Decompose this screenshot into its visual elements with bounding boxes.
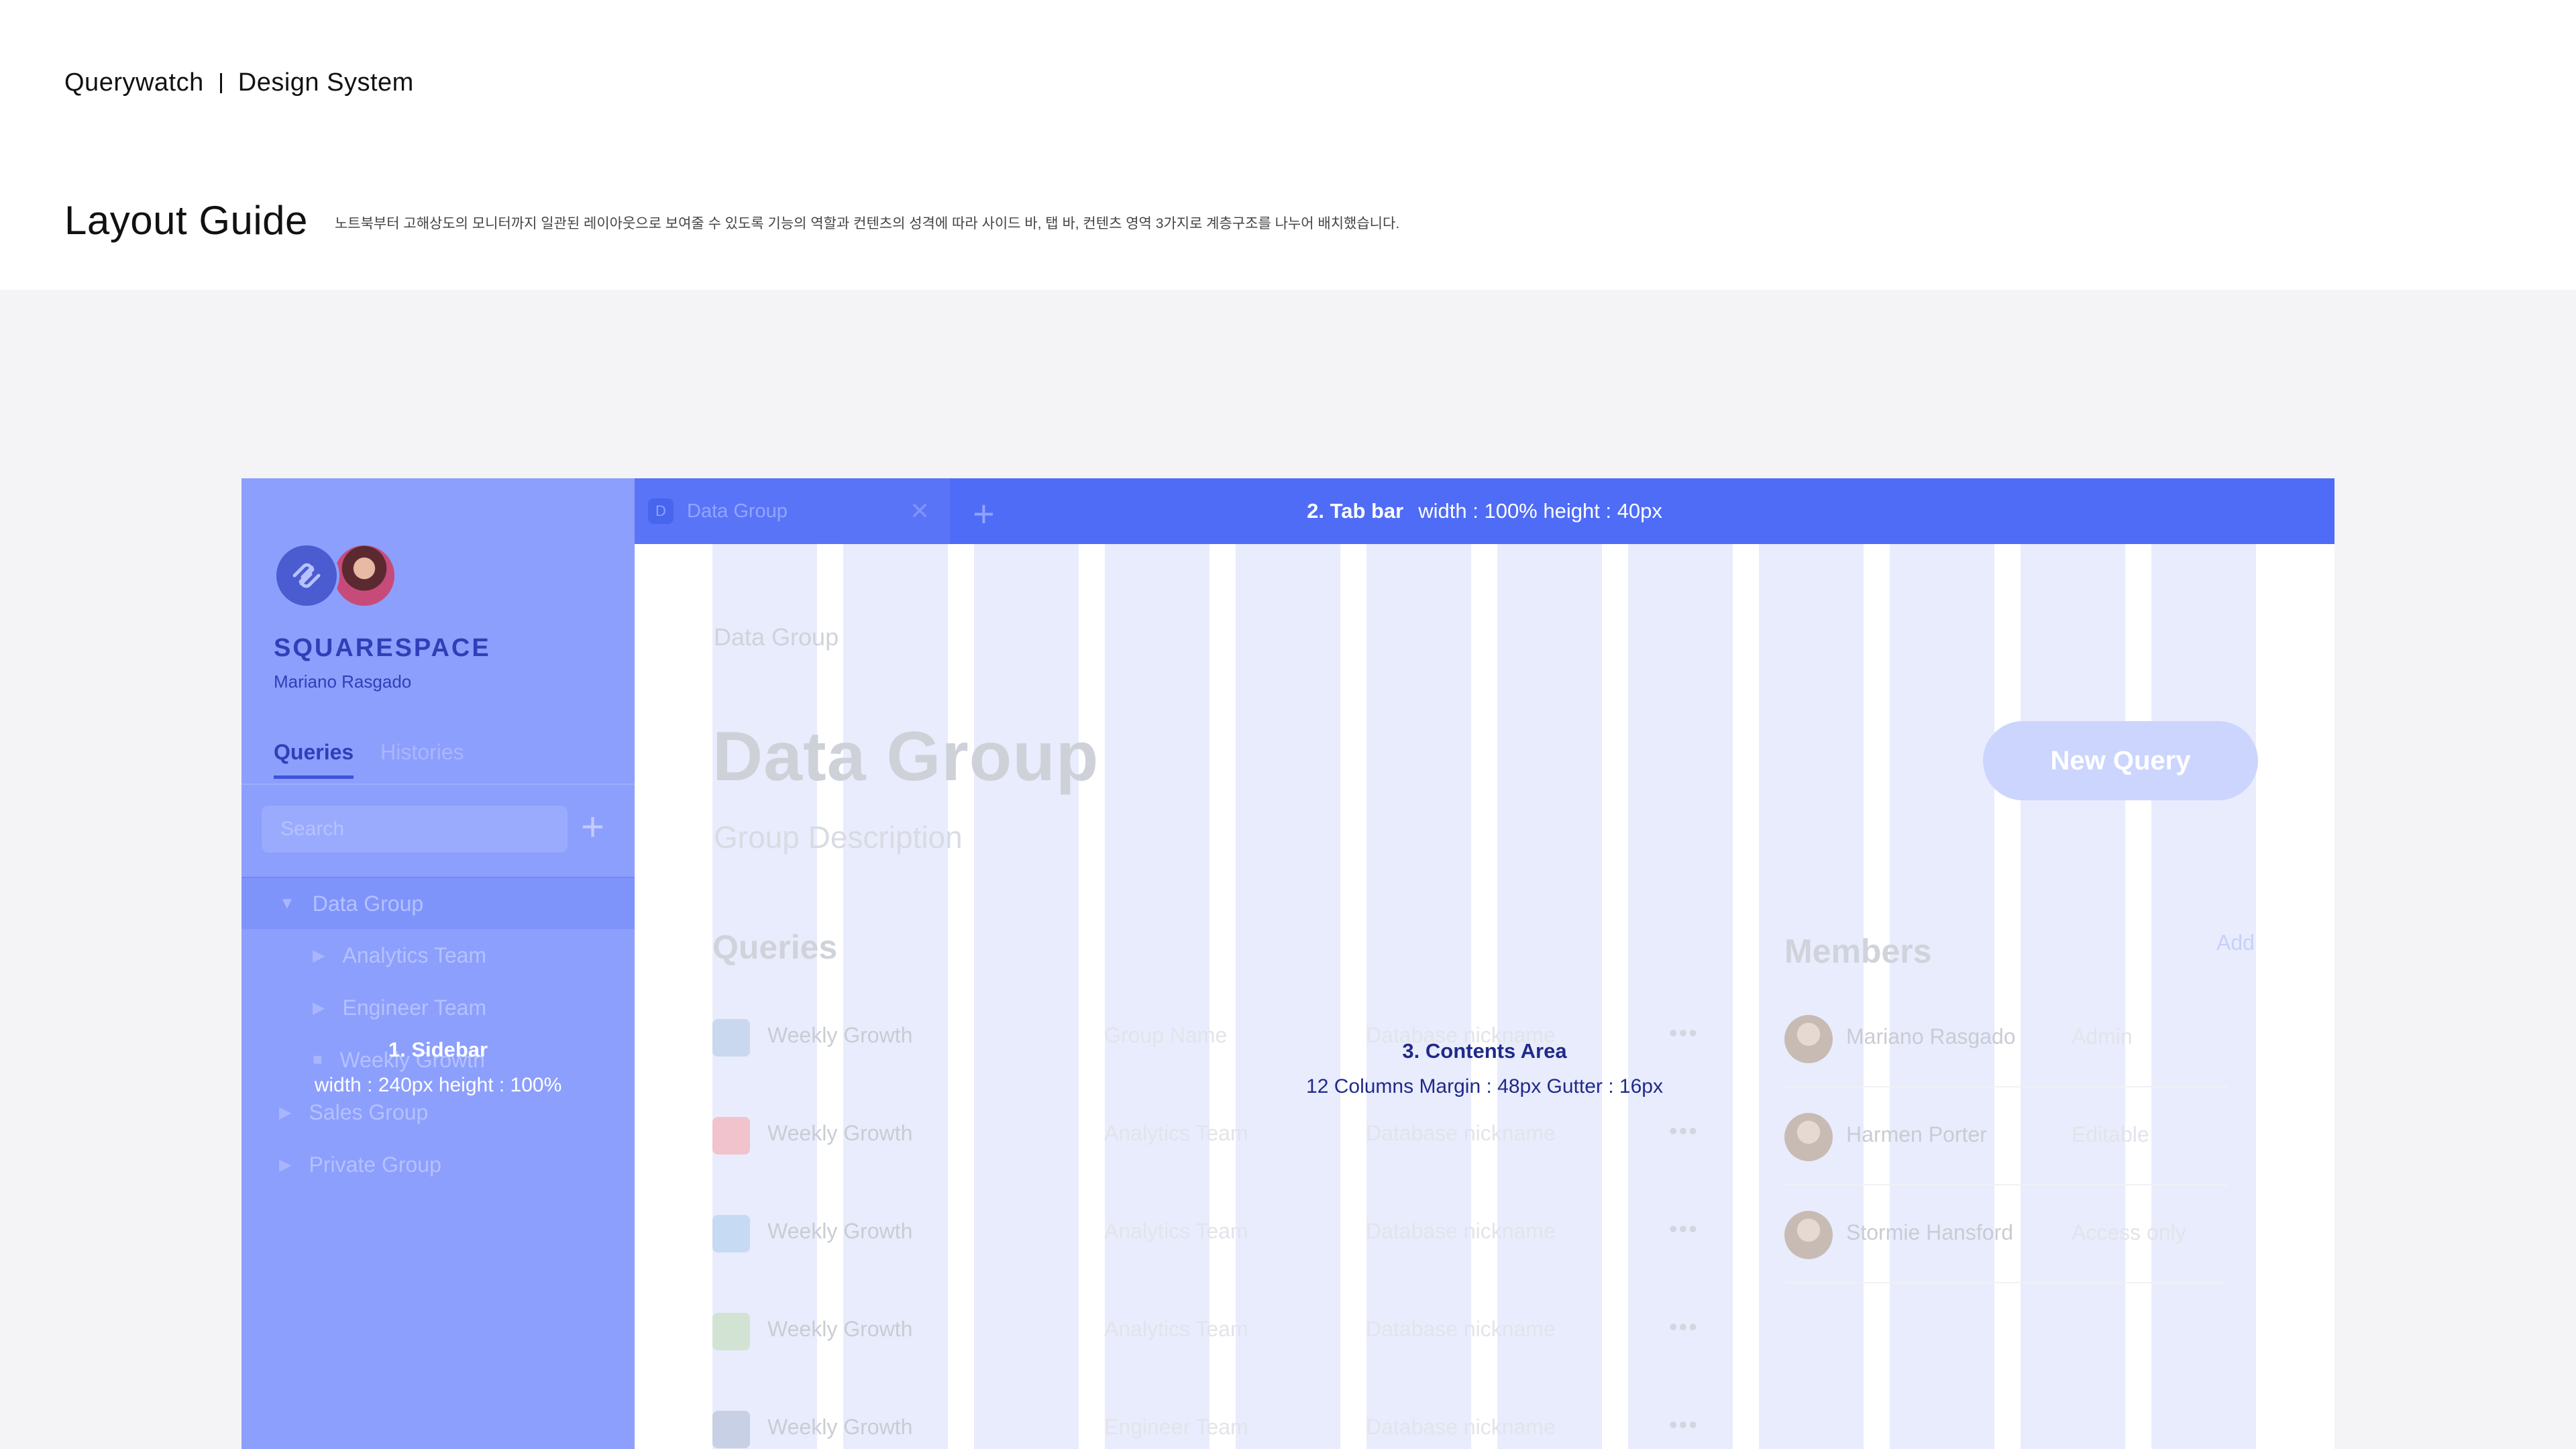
tree-item-label: Analytics Team — [342, 943, 487, 967]
sidebar-annotation-title: 1. Sidebar — [388, 1038, 488, 1061]
tab-bar: D Data Group ✕ + 2. Tab bar width : 100%… — [635, 478, 2334, 544]
tree-item-private-group[interactable]: ▶ Private Group — [241, 1138, 635, 1191]
query-team: Analytics Team — [1104, 1219, 1248, 1243]
breadcrumb[interactable]: Data Group — [714, 623, 839, 651]
query-database: Database nickname — [1366, 1415, 1556, 1439]
new-query-button[interactable]: New Query — [1983, 721, 2258, 800]
more-icon[interactable]: ••• — [1669, 1117, 1699, 1145]
query-name: Weekly Growth — [767, 1415, 913, 1439]
member-avatar — [1784, 1113, 1833, 1161]
member-role[interactable]: Editable — [2072, 1122, 2149, 1147]
member-role[interactable]: Access only — [2072, 1220, 2186, 1245]
query-name: Weekly Growth — [767, 1219, 913, 1243]
contents-annotation-title: 3. Contents Area — [1402, 1039, 1567, 1063]
caret-right-icon: ▶ — [313, 946, 325, 965]
sidebar-tabs: Queries Histories — [274, 740, 464, 779]
workspace-avatars — [274, 543, 397, 608]
add-member-link[interactable]: Add — [2216, 930, 2255, 955]
org-name: SQUARESPACE — [274, 634, 491, 662]
tree-item-label: Private Group — [309, 1152, 441, 1177]
tab-bar-annotation: 2. Tab bar width : 100% height : 40px — [635, 478, 2334, 544]
search-input[interactable]: Search — [262, 806, 568, 853]
sidebar-annotation-spec: width : 240px height : 100% — [314, 1074, 562, 1096]
user-avatar[interactable] — [331, 543, 397, 608]
contents-area: Data Group Data Group Group Description … — [635, 544, 2334, 1449]
member-row[interactable]: Stormie Hansford Access only — [1784, 1185, 2227, 1283]
tab-queries[interactable]: Queries — [274, 740, 354, 779]
query-database: Database nickname — [1366, 1317, 1556, 1341]
contents-annotation-spec: 12 Columns Margin : 48px Gutter : 16px — [1306, 1075, 1663, 1097]
tree-item-label: Engineer Team — [342, 995, 487, 1020]
brand-section: Design System — [237, 68, 414, 97]
member-row[interactable]: Mariano Rasgado Admin — [1784, 989, 2227, 1087]
member-row[interactable]: Harmen Porter Editable — [1784, 1087, 2227, 1185]
caret-right-icon: ▶ — [313, 998, 325, 1017]
tree-item-analytics-team[interactable]: ▶ Analytics Team — [241, 929, 635, 981]
title-row: Layout Guide 노트북부터 고해상도의 모니터까지 일관된 레이아웃으… — [64, 197, 1399, 244]
query-icon — [712, 1117, 750, 1155]
org-user-name: Mariano Rasgado — [274, 672, 412, 692]
query-row[interactable]: Weekly Growth Group Name Database nickna… — [712, 989, 1732, 1087]
contents-layer: Data Group Data Group Group Description … — [635, 544, 2334, 1449]
query-icon — [712, 1411, 750, 1448]
query-team: Analytics Team — [1104, 1121, 1248, 1145]
caret-right-icon: ▶ — [279, 1155, 292, 1174]
tab-histories[interactable]: Histories — [380, 740, 464, 779]
more-icon[interactable]: ••• — [1669, 1411, 1699, 1439]
queries-heading: Queries — [712, 928, 838, 966]
query-row[interactable]: Weekly Growth Engineer Team Database nic… — [712, 1381, 1732, 1449]
page-description: 노트북부터 고해상도의 모니터까지 일관된 레이아웃으로 보여줄 수 있도록 기… — [334, 215, 1400, 231]
query-team: Engineer Team — [1104, 1415, 1248, 1439]
tree-item-label: Data Group — [312, 891, 424, 916]
brand-divider — [219, 72, 222, 93]
content-title: Data Group — [712, 718, 1099, 796]
tab-bar-annotation-spec: width : 100% height : 40px — [1418, 499, 1662, 523]
tree-item-engineer-team[interactable]: ▶ Engineer Team — [241, 981, 635, 1034]
sidebar-divider — [241, 784, 635, 785]
caret-right-icon: ▶ — [279, 1103, 292, 1122]
add-icon[interactable]: + — [581, 807, 604, 847]
brand-name: Querywatch — [64, 68, 204, 97]
members-heading: Members — [1784, 932, 1932, 970]
query-team: Analytics Team — [1104, 1317, 1248, 1341]
tree-item-label: Sales Group — [309, 1099, 429, 1124]
query-name: Weekly Growth — [767, 1121, 913, 1145]
query-row[interactable]: Weekly Growth Analytics Team Database ni… — [712, 1283, 1732, 1381]
query-row[interactable]: Weekly Growth Analytics Team Database ni… — [712, 1185, 1732, 1283]
tree-item-data-group[interactable]: ▼ Data Group — [241, 877, 635, 929]
sidebar: SQUARESPACE Mariano Rasgado Queries Hist… — [241, 478, 635, 1449]
page-title: Layout Guide — [64, 198, 308, 243]
app-preview: SQUARESPACE Mariano Rasgado Queries Hist… — [241, 478, 2334, 1449]
query-icon — [712, 1215, 750, 1252]
brand-header: Querywatch Design System — [64, 68, 414, 97]
query-database: Database nickname — [1366, 1121, 1556, 1145]
query-icon — [712, 1313, 750, 1350]
query-database: Database nickname — [1366, 1219, 1556, 1243]
member-name: Stormie Hansford — [1846, 1220, 2013, 1244]
more-icon[interactable]: ••• — [1669, 1215, 1699, 1243]
more-icon[interactable]: ••• — [1669, 1313, 1699, 1341]
query-name: Weekly Growth — [767, 1317, 913, 1341]
query-row[interactable]: Weekly Growth Analytics Team Database ni… — [712, 1087, 1732, 1185]
tab-bar-annotation-title: 2. Tab bar — [1307, 499, 1404, 523]
caret-down-icon: ▼ — [279, 894, 295, 912]
member-name: Harmen Porter — [1846, 1122, 1987, 1146]
content-description: Group Description — [714, 820, 963, 855]
squarespace-logo-icon[interactable] — [274, 543, 339, 608]
member-avatar — [1784, 1211, 1833, 1259]
